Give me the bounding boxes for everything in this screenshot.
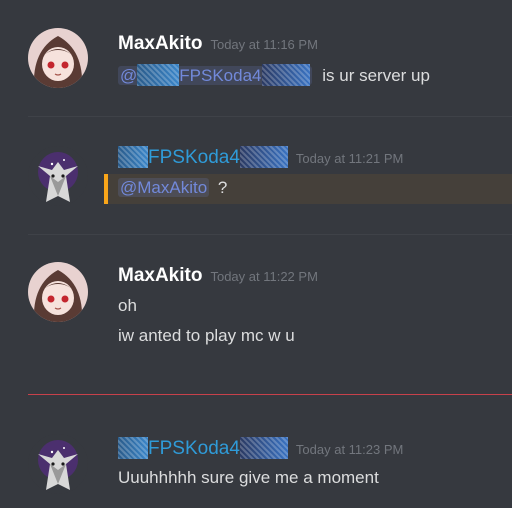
- timestamp: Today at 11:16 PM: [210, 37, 318, 52]
- name-decoration-icon: [118, 437, 148, 459]
- timestamp: Today at 11:23 PM: [295, 442, 404, 457]
- user-mention[interactable]: @ FPSKoda4: [118, 64, 312, 86]
- maxakito-avatar-icon[interactable]: [28, 262, 88, 322]
- mention-at: @: [120, 66, 138, 85]
- fpskoda4-avatar-icon[interactable]: [28, 434, 88, 494]
- message-text: ?: [217, 178, 228, 197]
- message-text: is ur server up: [322, 66, 430, 85]
- maxakito-avatar-icon[interactable]: [28, 28, 88, 88]
- user-mention[interactable]: @MaxAkito: [118, 178, 210, 197]
- message-header: MaxAkito Today at 11:22 PM: [118, 265, 318, 287]
- timestamp: Today at 11:21 PM: [295, 151, 404, 166]
- username[interactable]: FPSKoda4: [148, 147, 240, 168]
- name-decoration-icon: [118, 146, 148, 168]
- fpskoda4-avatar-icon[interactable]: [28, 146, 88, 206]
- message-content: @ FPSKoda4 is ur server up: [118, 64, 430, 86]
- message-separator: [28, 234, 512, 235]
- message-header: MaxAkito Today at 11:16 PM: [118, 33, 318, 55]
- username[interactable]: FPSKoda4: [148, 438, 240, 459]
- username[interactable]: MaxAkito: [118, 265, 202, 286]
- message-header: FPSKoda4 Today at 11:23 PM: [118, 437, 403, 460]
- message-line: iw anted to play mc w u: [118, 326, 295, 345]
- name-decoration-icon: [239, 146, 288, 168]
- new-messages-divider: [28, 394, 512, 395]
- message-content: Uuuhhhhh sure give me a moment: [118, 468, 379, 487]
- username[interactable]: MaxAkito: [118, 33, 202, 54]
- name-decoration-icon: [137, 64, 180, 86]
- message-header: FPSKoda4 Today at 11:21 PM: [118, 146, 403, 169]
- name-decoration-icon: [261, 64, 310, 86]
- message-content: @MaxAkito ?: [118, 178, 227, 198]
- name-decoration-icon: [239, 437, 288, 459]
- message-line: oh: [118, 296, 137, 315]
- timestamp: Today at 11:22 PM: [210, 269, 318, 284]
- message-separator: [28, 116, 512, 117]
- mention-name: FPSKoda4: [179, 66, 262, 85]
